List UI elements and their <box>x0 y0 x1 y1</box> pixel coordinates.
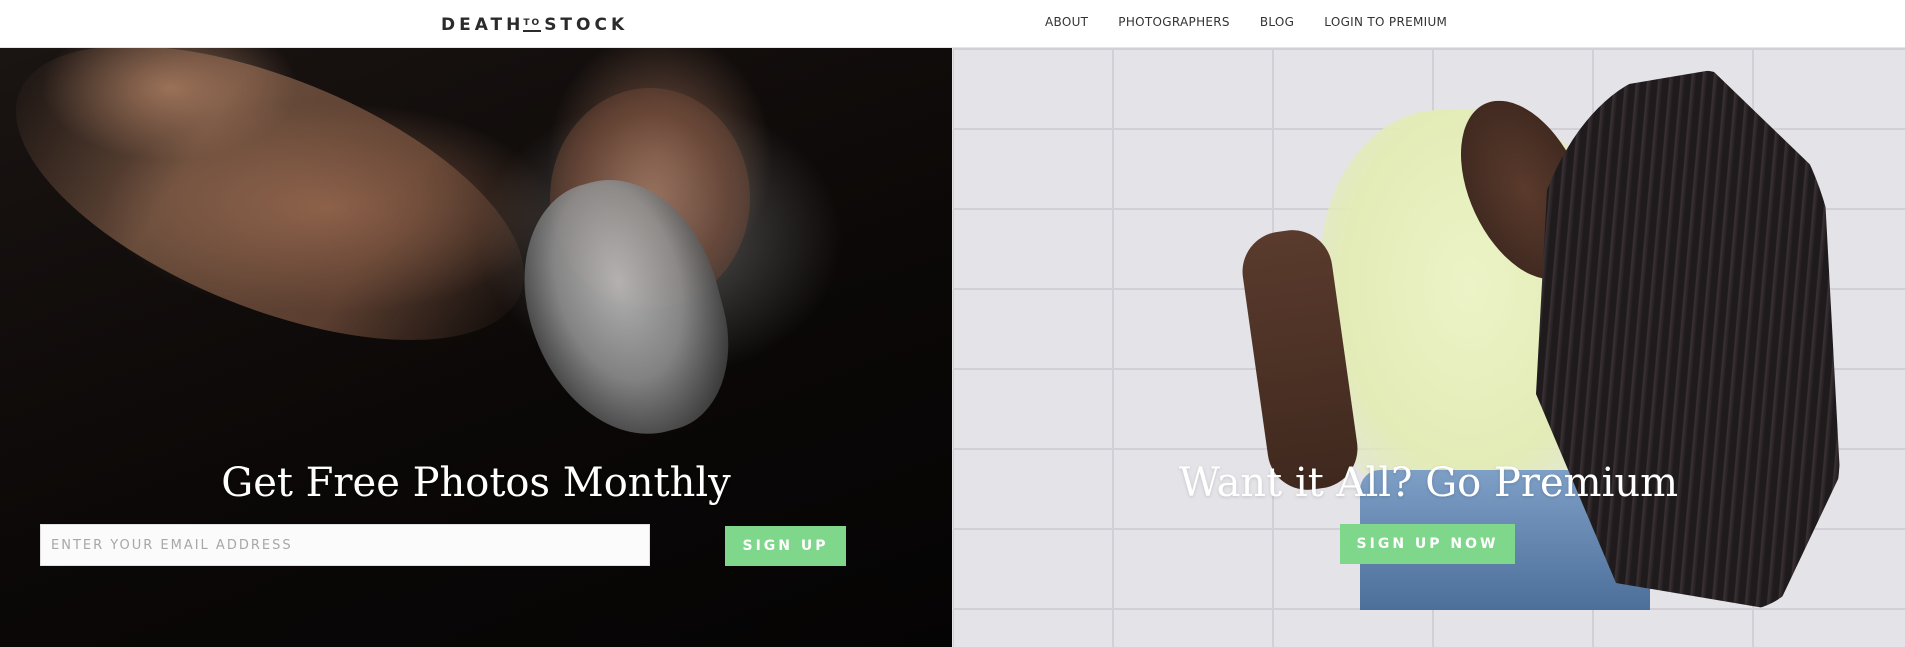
site-header: DEATH TO STOCK ABOUT PHOTOGRAPHERS BLOG … <box>0 0 1905 48</box>
logo-word-death: DEATH <box>441 15 525 35</box>
signup-button[interactable]: SIGN UP <box>725 526 846 566</box>
hero-photo-arm <box>0 48 564 401</box>
nav-link-photographers[interactable]: PHOTOGRAPHERS <box>1118 15 1230 29</box>
premium-headline: Want it All? Go Premium <box>1178 460 1679 506</box>
logo-word-stock: STOCK <box>544 15 629 35</box>
logo-word-to: TO <box>523 18 542 32</box>
signup-now-button[interactable]: SIGN UP NOW <box>1340 524 1515 564</box>
nav-link-blog[interactable]: BLOG <box>1260 15 1294 29</box>
site-logo[interactable]: DEATH TO STOCK <box>441 13 628 35</box>
panel-divider <box>952 48 953 647</box>
main-nav: ABOUT PHOTOGRAPHERS BLOG LOGIN TO PREMIU… <box>1045 15 1477 29</box>
email-input[interactable] <box>40 524 650 566</box>
free-photos-headline: Get Free Photos Monthly <box>221 460 731 506</box>
nav-link-about[interactable]: ABOUT <box>1045 15 1088 29</box>
nav-link-login-premium[interactable]: LOGIN TO PREMIUM <box>1324 15 1447 29</box>
